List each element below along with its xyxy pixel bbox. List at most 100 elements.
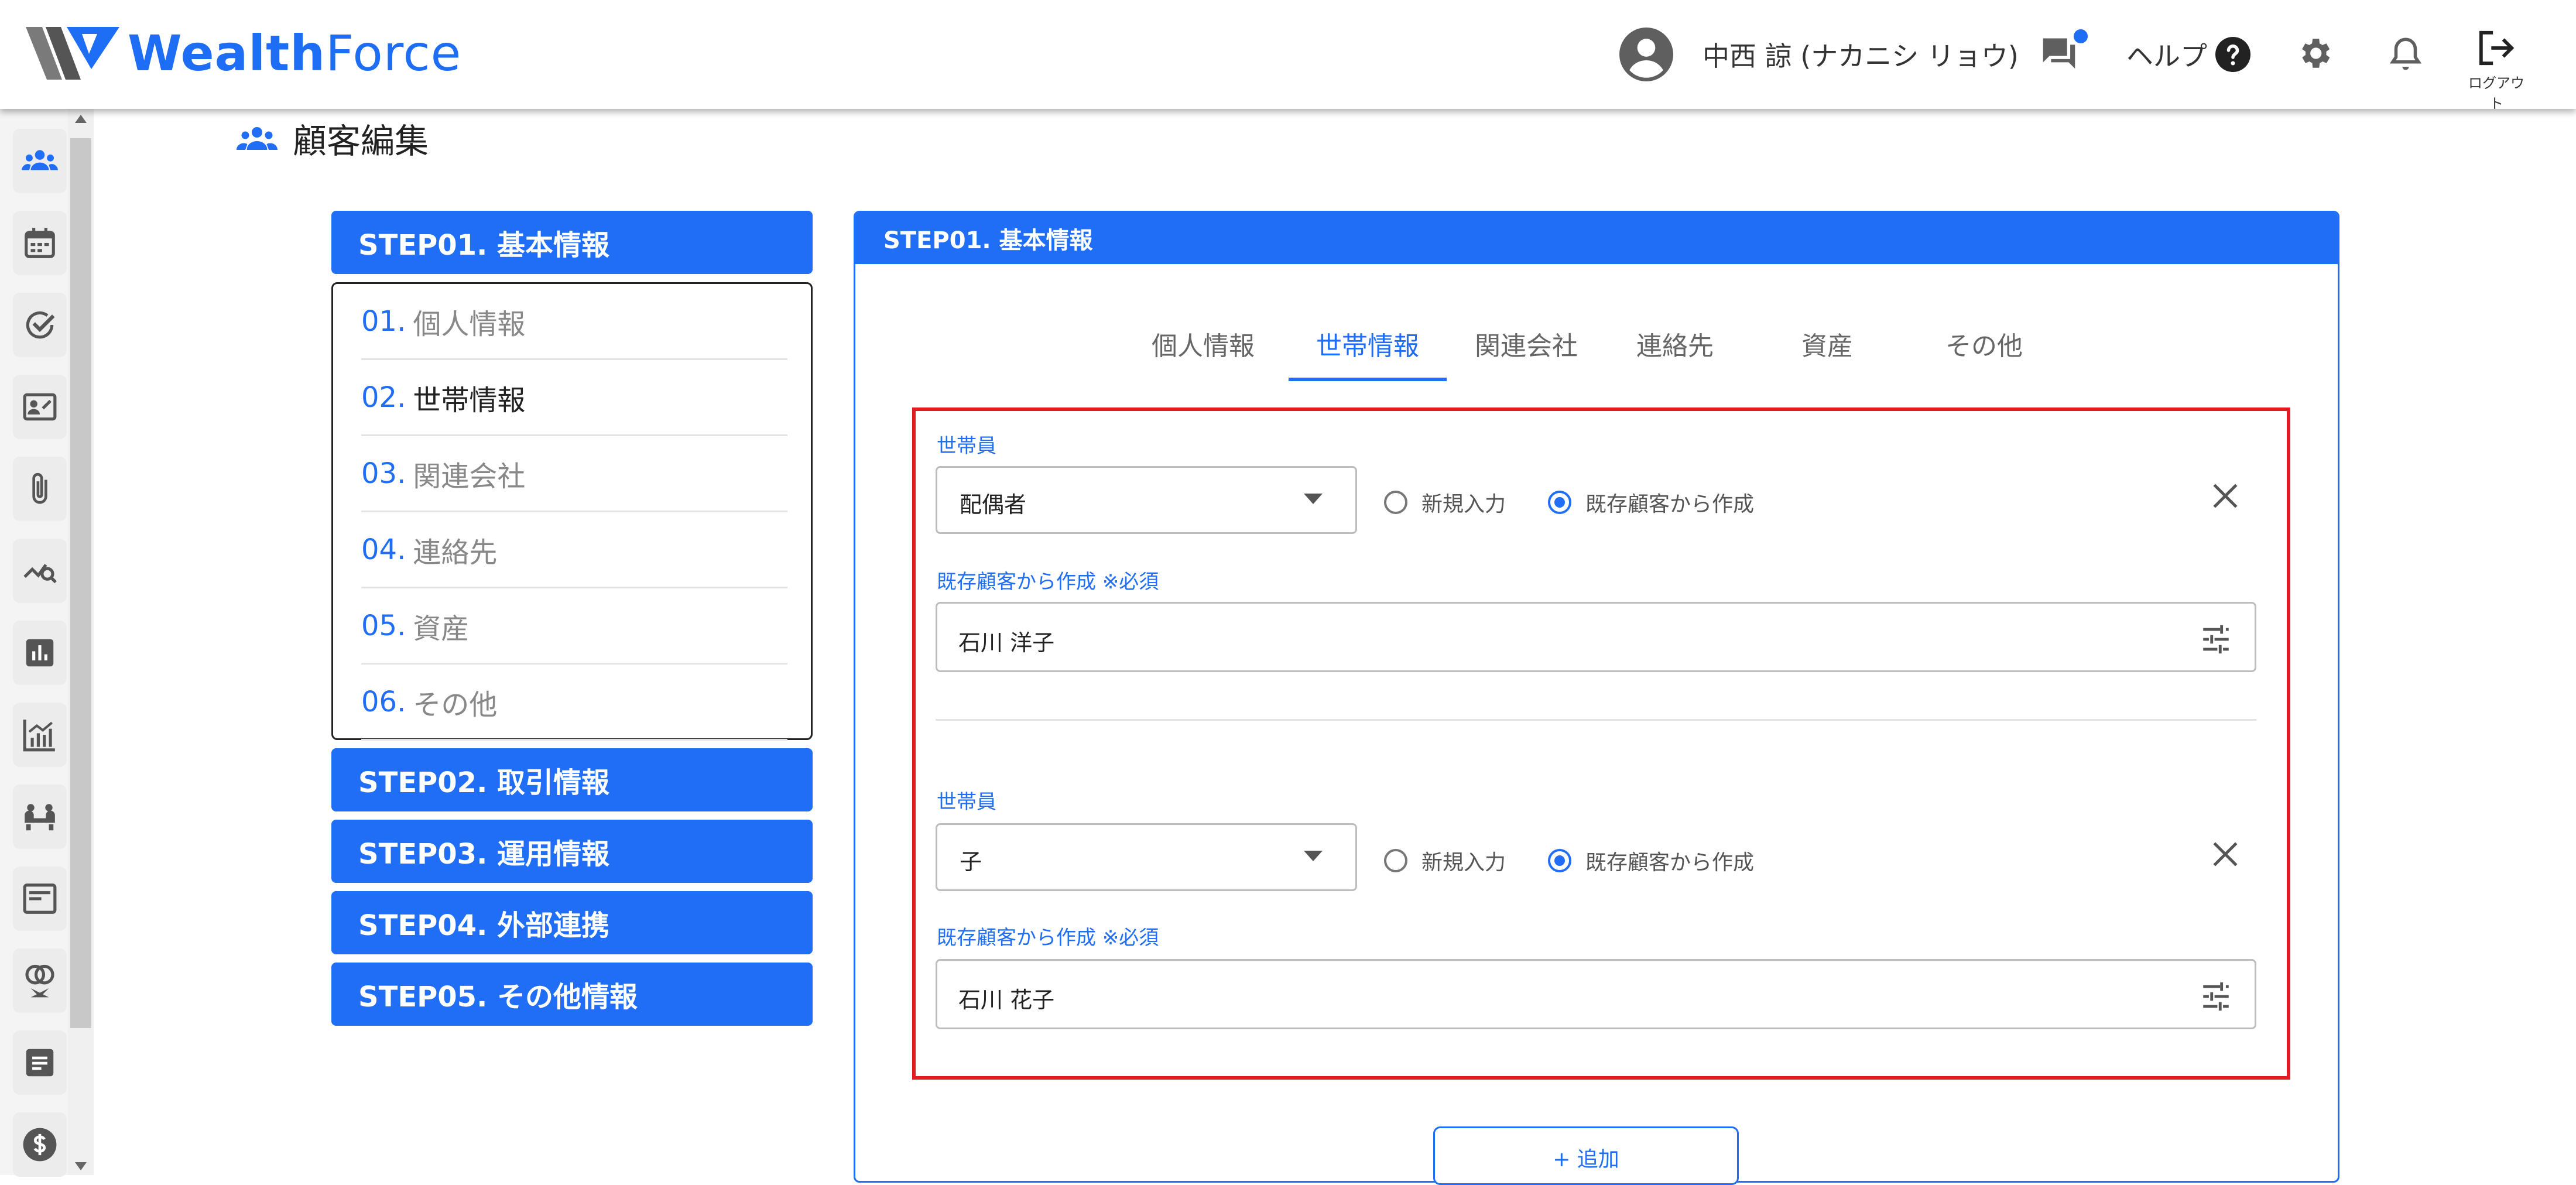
- tab-assets[interactable]: 資産: [1792, 317, 1862, 381]
- tab-personal[interactable]: 個人情報: [1147, 317, 1259, 381]
- existing-customer-label: 既存顧客から作成 ※必須: [937, 570, 1159, 594]
- scroll-down-icon[interactable]: [75, 1162, 87, 1170]
- page-title-text: 顧客編集: [293, 121, 429, 161]
- submenu-item-assets[interactable]: 05. 資産: [361, 588, 787, 665]
- existing-customer-value: 石川 花子: [958, 987, 1055, 1013]
- article-icon[interactable]: [13, 867, 67, 931]
- rings-icon[interactable]: [13, 948, 67, 1013]
- relation-select[interactable]: 配偶者: [936, 466, 1357, 534]
- submenu-item-related-company[interactable]: 03. 関連会社: [361, 436, 787, 512]
- radio-label: 既存顧客から作成: [1585, 492, 1755, 516]
- add-member-button[interactable]: + 追加: [1433, 1126, 1739, 1185]
- radio-button[interactable]: [1384, 849, 1407, 872]
- radio-button-selected[interactable]: [1548, 849, 1571, 872]
- submenu-item-personal[interactable]: 01. 個人情報: [361, 284, 787, 360]
- radio-new-input[interactable]: 新規入力: [1384, 845, 1506, 876]
- submenu-item-contact[interactable]: 04. 連絡先: [361, 512, 787, 588]
- tab-bar: 個人情報 世帯情報 関連会社 連絡先 資産 その他: [855, 317, 2338, 381]
- contact-card-icon[interactable]: [13, 375, 67, 439]
- customers-icon: [237, 127, 278, 150]
- radio-label: 既存顧客から作成: [1585, 851, 1755, 875]
- submenu-item-household[interactable]: 02. 世帯情報: [361, 360, 787, 436]
- tune-icon[interactable]: [2198, 979, 2234, 1013]
- logo-mark-icon: [26, 27, 119, 80]
- member-label: 世帯員: [937, 434, 996, 458]
- logout-icon: [2479, 30, 2515, 66]
- submenu-label: 資産: [413, 612, 470, 645]
- submenu-num: 01.: [361, 304, 406, 338]
- help-label: ヘルプ: [2126, 40, 2207, 72]
- scrollbar-thumb[interactable]: [70, 138, 91, 1028]
- close-icon[interactable]: [2211, 840, 2240, 869]
- relation-value: 子: [960, 849, 982, 875]
- user-menu[interactable]: 中西 諒 (ナカニシ リョウ): [1619, 26, 2019, 83]
- submenu-num: 03.: [361, 457, 406, 490]
- submenu-num: 05.: [361, 609, 406, 642]
- help-icon: [2215, 37, 2250, 72]
- top-header: WealthForce 中西 諒 (ナカニシ リョウ) ヘルプ ログアウト: [0, 0, 2576, 112]
- page-title: 顧客編集: [237, 115, 429, 162]
- tab-contact[interactable]: 連絡先: [1628, 317, 1722, 381]
- submenu-label: その他: [413, 688, 498, 721]
- calendar-icon[interactable]: [13, 211, 67, 275]
- account-circle-icon: [1619, 28, 1673, 81]
- logout-label: ログアウト: [2468, 75, 2524, 112]
- relation-select[interactable]: 子: [936, 823, 1357, 891]
- help-link[interactable]: ヘルプ: [2126, 35, 2250, 74]
- wealthforce-logo[interactable]: WealthForce: [26, 25, 462, 82]
- analytics-icon[interactable]: [13, 703, 67, 767]
- paperclip-icon[interactable]: [13, 457, 67, 521]
- chevron-down-icon: [1304, 851, 1323, 861]
- radio-label: 新規入力: [1421, 492, 1506, 516]
- dollar-icon[interactable]: [13, 1112, 67, 1177]
- submenu-num: 02.: [361, 381, 406, 414]
- chart-search-icon[interactable]: [13, 539, 67, 603]
- chat-icon[interactable]: [2039, 35, 2080, 70]
- people-icon[interactable]: [13, 129, 67, 193]
- submenu-num: 04.: [361, 533, 406, 566]
- relation-value: 配偶者: [960, 492, 1027, 518]
- submenu-label: 関連会社: [413, 460, 526, 493]
- notification-dot: [2074, 29, 2088, 43]
- tab-household[interactable]: 世帯情報: [1289, 317, 1447, 381]
- sidebar-scrollbar[interactable]: [68, 109, 94, 1175]
- radio-button-selected[interactable]: [1548, 491, 1571, 514]
- bell-icon[interactable]: [2386, 34, 2425, 74]
- existing-customer-field[interactable]: 石川 洋子: [936, 602, 2256, 672]
- tab-other[interactable]: その他: [1937, 317, 2031, 381]
- logo-text: WealthForce: [128, 25, 462, 82]
- submenu-num: 06.: [361, 685, 406, 718]
- radio-existing-customer[interactable]: 既存顧客から作成: [1548, 487, 1754, 518]
- tune-icon[interactable]: [2198, 622, 2234, 656]
- step-03-button[interactable]: STEP03. 運用情報: [331, 820, 813, 883]
- step-01-submenu: 01. 個人情報 02. 世帯情報 03. 関連会社 04. 連絡先 05. 資…: [331, 282, 813, 741]
- submenu-label: 個人情報: [413, 307, 526, 341]
- submenu-item-other[interactable]: 06. その他: [361, 665, 787, 741]
- user-name: 中西 諒 (ナカニシ リョウ): [1703, 40, 2019, 72]
- gear-icon[interactable]: [2295, 34, 2334, 73]
- existing-customer-value: 石川 洋子: [958, 630, 1055, 656]
- step-05-button[interactable]: STEP05. その他情報: [331, 963, 813, 1026]
- radio-button[interactable]: [1384, 491, 1407, 514]
- radio-new-input[interactable]: 新規入力: [1384, 487, 1506, 518]
- submenu-label: 連絡先: [413, 536, 498, 569]
- panel-title: STEP01. 基本情報: [855, 213, 2338, 264]
- meeting-icon[interactable]: [13, 785, 67, 849]
- check-circle-icon[interactable]: [13, 293, 67, 357]
- scroll-up-icon[interactable]: [75, 115, 87, 123]
- logout-button[interactable]: ログアウト: [2464, 29, 2529, 112]
- tab-related-company[interactable]: 関連会社: [1470, 317, 1582, 381]
- radio-existing-customer[interactable]: 既存顧客から作成: [1548, 845, 1754, 876]
- chevron-down-icon: [1304, 494, 1323, 504]
- member-divider: [936, 719, 2256, 721]
- submenu-label: 世帯情報: [413, 383, 526, 417]
- close-icon[interactable]: [2211, 481, 2240, 511]
- member-label: 世帯員: [937, 790, 996, 814]
- bar-chart-icon[interactable]: [13, 621, 67, 685]
- step-02-button[interactable]: STEP02. 取引情報: [331, 748, 813, 811]
- step-01-button[interactable]: STEP01. 基本情報: [331, 211, 813, 274]
- step-04-button[interactable]: STEP04. 外部連携: [331, 891, 813, 954]
- radio-label: 新規入力: [1421, 851, 1506, 875]
- note-icon[interactable]: [13, 1030, 67, 1095]
- existing-customer-field[interactable]: 石川 花子: [936, 959, 2256, 1029]
